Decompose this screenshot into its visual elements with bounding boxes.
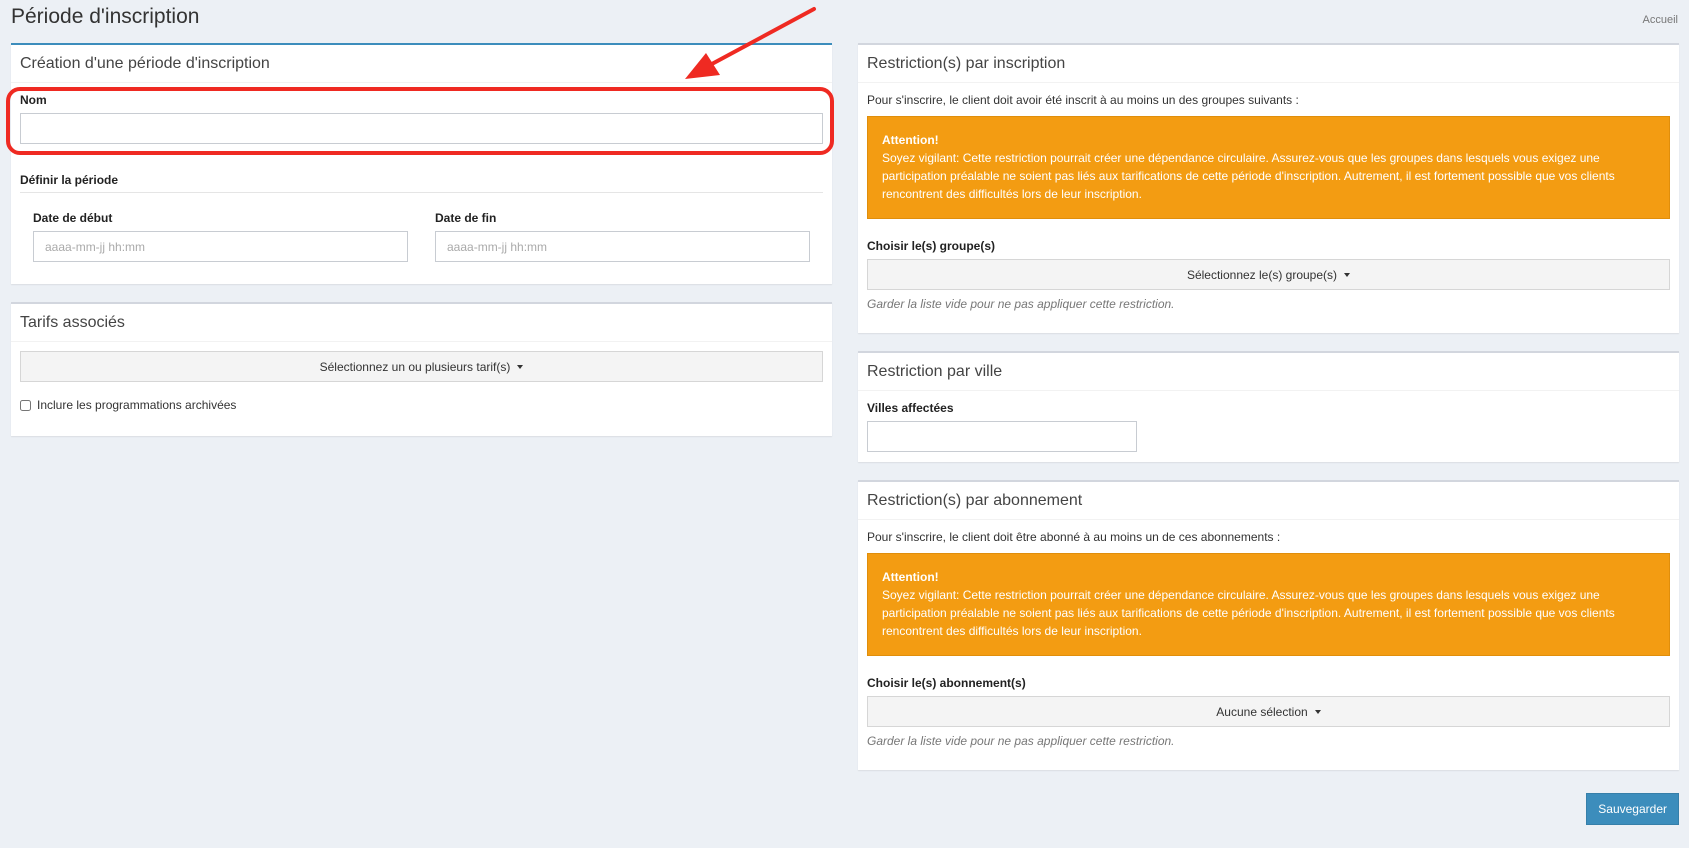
left-column: Création d'une période d'inscription Nom… (11, 43, 832, 436)
date-row: Date de début Date de fin (20, 211, 823, 262)
period-section-title: Définir la période (20, 173, 823, 193)
subscriptions-select-label: Aucune sélection (1216, 704, 1308, 719)
subscriptions-select-button[interactable]: Aucune sélection (867, 696, 1670, 727)
breadcrumb-home-link[interactable]: Accueil (1643, 14, 1678, 26)
restriction-abonnement-alert: Attention! Soyez vigilant: Cette restric… (867, 553, 1670, 656)
end-date-label: Date de fin (435, 211, 497, 225)
restriction-inscription-alert: Attention! Soyez vigilant: Cette restric… (867, 116, 1670, 219)
tarifs-panel-title: Tarifs associés (11, 304, 832, 342)
caret-down-icon (1344, 272, 1351, 277)
restriction-abonnement-title: Restriction(s) par abonnement (858, 482, 1679, 520)
archived-checkbox-label[interactable]: Inclure les programmations archivées (37, 398, 236, 412)
restriction-inscription-panel: Restriction(s) par inscription Pour s'in… (858, 43, 1679, 333)
name-input[interactable] (20, 113, 823, 144)
tarifs-select-label: Sélectionnez un ou plusieurs tarif(s) (319, 359, 511, 374)
restriction-inscription-title: Restriction(s) par inscription (858, 45, 1679, 83)
groups-choose-label: Choisir le(s) groupe(s) (867, 239, 996, 253)
restriction-ville-title: Restriction par ville (858, 353, 1679, 391)
groups-select-button[interactable]: Sélectionnez le(s) groupe(s) (867, 259, 1670, 290)
restriction-inscription-intro: Pour s'inscrire, le client doit avoir ét… (867, 93, 1299, 107)
creation-panel: Création d'une période d'inscription Nom… (11, 43, 832, 284)
page-header: Période d'inscription Accueil (11, 5, 1689, 37)
restriction-ville-panel: Restriction par ville Villes affectées (858, 351, 1679, 462)
save-button[interactable]: Sauvegarder (1586, 793, 1679, 825)
page-title: Période d'inscription (11, 5, 200, 28)
groups-select-label: Sélectionnez le(s) groupe(s) (1186, 267, 1338, 282)
start-date-group: Date de début (33, 211, 408, 262)
name-label: Nom (20, 93, 47, 107)
alert-title: Attention! (882, 570, 939, 584)
end-date-input[interactable] (435, 231, 810, 262)
alert-title: Attention! (882, 133, 939, 147)
archived-checkbox[interactable] (20, 399, 31, 411)
tarifs-panel: Tarifs associés Sélectionnez un ou plusi… (11, 302, 832, 436)
restriction-abonnement-intro: Pour s'inscrire, le client doit être abo… (867, 530, 1281, 544)
start-date-input[interactable] (33, 231, 408, 262)
alert-text: Soyez vigilant: Cette restriction pourra… (882, 151, 1615, 201)
groups-help-text: Garder la liste vide pour ne pas appliqu… (867, 297, 1175, 311)
restriction-abonnement-panel: Restriction(s) par abonnement Pour s'ins… (858, 480, 1679, 770)
caret-down-icon (517, 364, 524, 369)
cities-input[interactable] (867, 421, 1137, 452)
cities-label: Villes affectées (867, 401, 954, 415)
subscriptions-help-text: Garder la liste vide pour ne pas appliqu… (867, 734, 1175, 748)
start-date-label: Date de début (33, 211, 113, 225)
end-date-group: Date de fin (435, 211, 810, 262)
tarifs-select-button[interactable]: Sélectionnez un ou plusieurs tarif(s) (20, 351, 823, 382)
subscriptions-choose-label: Choisir le(s) abonnement(s) (867, 676, 1026, 690)
alert-text: Soyez vigilant: Cette restriction pourra… (882, 588, 1615, 638)
archived-checkbox-row: Inclure les programmations archivées (20, 398, 823, 412)
right-column: Restriction(s) par inscription Pour s'in… (858, 43, 1679, 770)
creation-panel-title: Création d'une période d'inscription (11, 45, 832, 83)
caret-down-icon (1314, 709, 1321, 714)
